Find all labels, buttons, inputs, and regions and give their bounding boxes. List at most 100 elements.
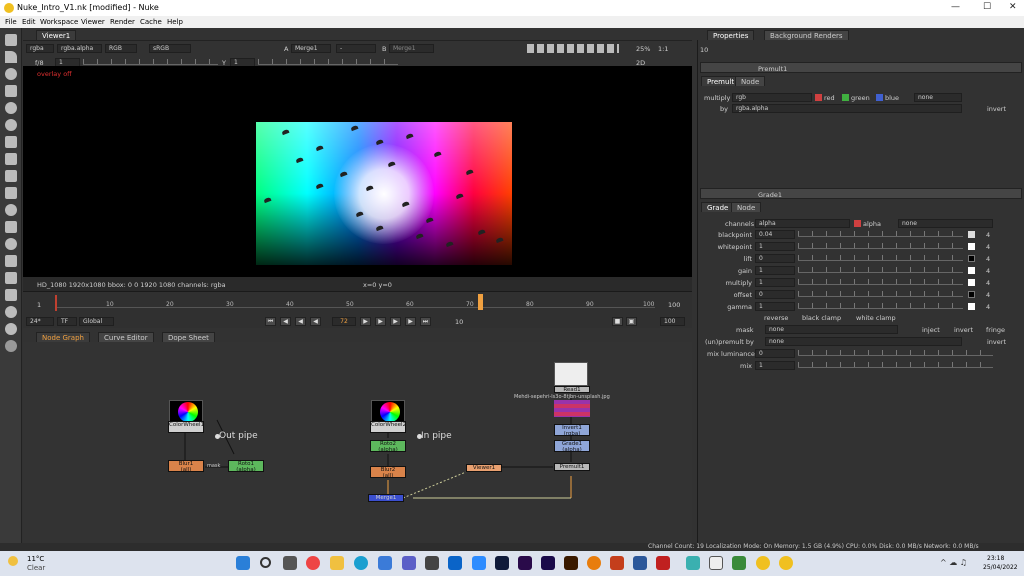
in-point-marker[interactable]	[55, 295, 57, 311]
red-checkbox[interactable]	[815, 94, 822, 101]
node-premult1[interactable]: Premult1	[554, 463, 590, 471]
end-frame-field[interactable]: 100	[660, 317, 685, 326]
store-icon[interactable]	[425, 556, 439, 570]
mix-field[interactable]: 1	[755, 361, 795, 370]
menu-help[interactable]: Help	[167, 18, 183, 26]
menu-workspace[interactable]: Workspace	[40, 18, 78, 26]
node-invert1[interactable]: Invert1 (rgba)	[554, 424, 590, 437]
step-back-button[interactable]: ◀	[295, 317, 306, 326]
color-tool-icon[interactable]	[5, 102, 17, 114]
black-clamp-checkbox[interactable]: black clamp	[802, 314, 841, 322]
cara-vr-tool-icon[interactable]	[5, 323, 17, 335]
node-grade1[interactable]: Grade1 (alpha)	[554, 440, 590, 453]
tab-grade[interactable]: Grade	[701, 202, 735, 212]
photoshop-icon[interactable]	[495, 556, 509, 570]
mix-luminance-slider[interactable]	[798, 350, 993, 356]
filter-tool-icon[interactable]	[5, 119, 17, 131]
lift-slider[interactable]	[798, 255, 963, 261]
current-frame-field[interactable]: 72	[332, 317, 356, 326]
image-tool-icon[interactable]	[5, 34, 17, 46]
lift-field[interactable]: 0	[755, 254, 795, 263]
start-icon[interactable]	[236, 556, 250, 570]
input-a-dropdown[interactable]: Merge1	[291, 44, 331, 53]
fps-dropdown[interactable]: 24*	[26, 317, 54, 326]
merge-tool-icon[interactable]	[5, 153, 17, 165]
lut-dropdown[interactable]: sRGB	[149, 44, 191, 53]
mail-icon[interactable]	[378, 556, 392, 570]
zoom-icon[interactable]	[472, 556, 486, 570]
grade-channels-dropdown[interactable]: alpha	[755, 219, 850, 228]
zoom-readout[interactable]: 25%	[636, 45, 650, 53]
app-icon[interactable]	[656, 556, 670, 570]
blackpoint-slider[interactable]	[798, 231, 963, 237]
goto-end-button[interactable]: ⏭	[420, 317, 431, 326]
by-dropdown[interactable]: rgba.alpha	[732, 104, 962, 113]
next-keyframe-button[interactable]: ▶	[405, 317, 416, 326]
reverse-checkbox[interactable]: reverse	[764, 314, 788, 322]
outlook-icon[interactable]	[448, 556, 462, 570]
multiply-slider[interactable]	[798, 279, 963, 285]
app2-icon[interactable]	[709, 556, 723, 570]
alpha-checkbox[interactable]	[854, 220, 861, 227]
tray-icons[interactable]: ^ ☁ ♫	[940, 558, 967, 567]
maximize-icon[interactable]: ☐	[983, 2, 991, 12]
fringe-checkbox[interactable]: fringe	[986, 326, 1005, 334]
tab-properties[interactable]: Properties	[707, 30, 755, 40]
unpremult-dropdown[interactable]: none	[765, 337, 962, 346]
offset-field[interactable]: 0	[755, 290, 795, 299]
maya-icon[interactable]	[686, 556, 700, 570]
node-graph[interactable]: ColorWheel1 Out pipe Blur1 (all) mask Rot…	[23, 342, 692, 543]
unpremult-invert-checkbox[interactable]: invert	[987, 338, 1006, 346]
tab-premult-node[interactable]: Node	[735, 76, 766, 86]
step-value[interactable]: 10	[455, 318, 463, 326]
gamma-value-slider[interactable]	[798, 303, 963, 309]
blue-checkbox[interactable]	[876, 94, 883, 101]
other-tool-icon[interactable]	[5, 289, 17, 301]
3d-tool-icon[interactable]	[5, 187, 17, 199]
menu-viewer[interactable]: Viewer	[81, 18, 105, 26]
prev-keyframe-button[interactable]: ◀	[280, 317, 291, 326]
premiere-icon[interactable]	[518, 556, 532, 570]
tab-viewer1[interactable]: Viewer1	[36, 30, 77, 40]
alpha-dropdown[interactable]: rgba.alpha	[57, 44, 102, 53]
mix-slider[interactable]	[798, 362, 993, 368]
clock-date[interactable]: 25/04/2022	[983, 564, 1018, 571]
gain-value-slider[interactable]	[798, 267, 963, 273]
tab-grade-node[interactable]: Node	[731, 202, 762, 212]
cache-button[interactable]: ■	[612, 317, 623, 326]
channel-tool-icon[interactable]	[5, 85, 17, 97]
next-frame-button[interactable]: ▶	[375, 317, 386, 326]
input-b-dropdown[interactable]: Merge1	[389, 44, 434, 53]
word-icon[interactable]	[633, 556, 647, 570]
toolsets-tool-icon[interactable]	[5, 272, 17, 284]
node-blur1[interactable]: Blur1 (all)	[168, 460, 204, 473]
minimize-icon[interactable]: —	[951, 2, 960, 12]
mix-luminance-field[interactable]: 0	[755, 349, 795, 358]
teams-icon[interactable]	[402, 556, 416, 570]
input-a-op-dropdown[interactable]: -	[336, 44, 376, 53]
prev-frame-button[interactable]: ◀	[310, 317, 321, 326]
explorer-icon[interactable]	[330, 556, 344, 570]
nuke-icon-2[interactable]	[779, 556, 793, 570]
green-checkbox[interactable]	[842, 94, 849, 101]
channels-dropdown[interactable]: rgba	[26, 44, 54, 53]
offset-slider[interactable]	[798, 291, 963, 297]
menu-cache[interactable]: Cache	[140, 18, 162, 26]
node-blur2[interactable]: Blur2 (all)	[370, 466, 406, 479]
menu-render[interactable]: Render	[110, 18, 135, 26]
blackpoint-field[interactable]: 0.04	[755, 230, 795, 239]
mask-dropdown[interactable]: none	[765, 325, 898, 334]
gamma-slider[interactable]	[258, 59, 398, 65]
inject-checkbox[interactable]: inject	[922, 326, 940, 334]
draw-tool-icon[interactable]	[5, 51, 17, 63]
deep-tool-icon[interactable]	[5, 221, 17, 233]
step-forward-button[interactable]: ▶	[390, 317, 401, 326]
particles-tool-icon[interactable]	[5, 204, 17, 216]
menu-edit[interactable]: Edit	[22, 18, 36, 26]
display-dropdown[interactable]: RGB	[105, 44, 137, 53]
task-view-icon[interactable]	[283, 556, 297, 570]
menu-file[interactable]: File	[5, 18, 17, 26]
chrome-icon[interactable]	[306, 556, 320, 570]
gain-value-field[interactable]: 1	[755, 266, 795, 275]
timeline-track[interactable]	[55, 298, 655, 308]
